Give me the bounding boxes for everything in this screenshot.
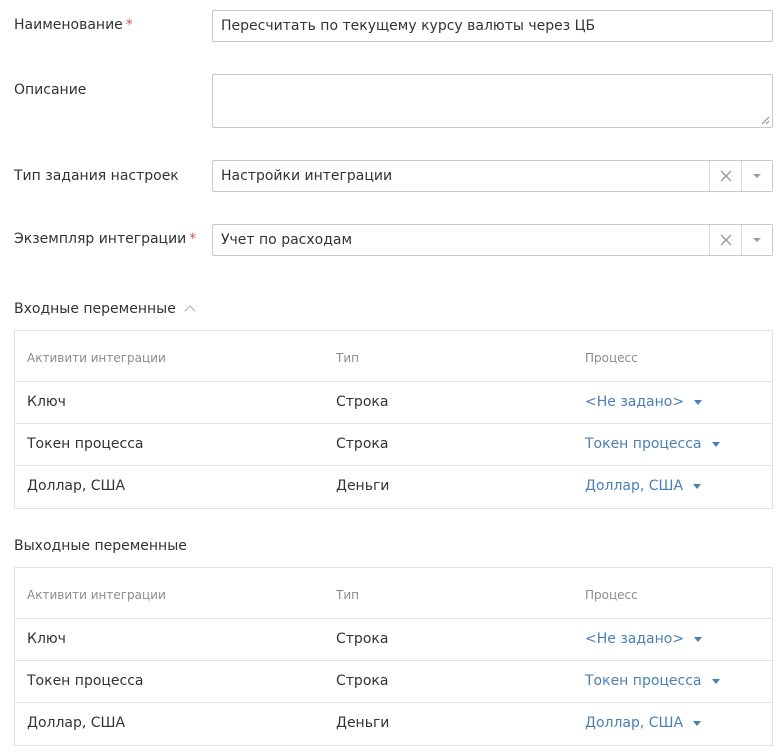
process-dropdown[interactable]: <Не задано> (585, 631, 703, 647)
activity-cell: Доллар, США (27, 715, 126, 731)
caret-down-icon (711, 441, 720, 447)
integration-instance-label: Экземпляр интеграции * (14, 231, 197, 247)
close-icon[interactable] (709, 161, 741, 191)
name-input[interactable]: Пересчитать по текущему курсу валюты чер… (212, 10, 773, 42)
activity-cell: Доллар, США (27, 478, 126, 494)
type-cell: Деньги (336, 478, 390, 494)
activity-cell: Ключ (27, 631, 66, 647)
task-type-value: Настройки интеграции (221, 168, 393, 184)
process-dropdown[interactable]: Токен процесса (585, 673, 720, 689)
process-dropdown[interactable]: Токен процесса (585, 436, 720, 452)
name-label: Наименование * (14, 17, 133, 33)
type-cell: Строка (336, 673, 389, 689)
integration-instance-value: Учет по расходам (221, 232, 353, 248)
process-dropdown[interactable]: <Не задано> (585, 394, 703, 410)
required-marker: * (189, 231, 197, 247)
process-dropdown[interactable]: Доллар, США (585, 715, 702, 731)
description-label: Описание (14, 82, 87, 98)
input-vars-title: Входные переменные (14, 301, 176, 317)
integration-instance-select[interactable]: Учет по расходам (212, 224, 773, 256)
type-cell: Деньги (336, 715, 390, 731)
table-row: Токен процесса Строка Токен процесса (15, 424, 772, 466)
type-cell: Строка (336, 394, 389, 410)
activity-cell: Токен процесса (27, 673, 144, 689)
task-type-select[interactable]: Настройки интеграции (212, 160, 773, 192)
output-vars-table: Активити интеграции Тип Процесс Ключ Стр… (14, 567, 773, 746)
column-header-activity: Активити интеграции (27, 588, 166, 602)
output-vars-title: Выходные переменные (14, 538, 187, 554)
table-row: Ключ Строка <Не задано> (15, 382, 772, 424)
caret-down-icon (693, 483, 702, 489)
activity-cell: Ключ (27, 394, 66, 410)
type-cell: Строка (336, 631, 389, 647)
description-textarea[interactable] (212, 74, 773, 128)
caret-down-icon (694, 399, 703, 405)
caret-down-icon (693, 720, 702, 726)
chevron-down-icon[interactable] (741, 161, 772, 191)
process-dropdown[interactable]: Доллар, США (585, 478, 702, 494)
resize-handle-icon[interactable] (761, 116, 770, 125)
input-vars-table: Активити интеграции Тип Процесс Ключ Стр… (14, 330, 773, 509)
type-cell: Строка (336, 436, 389, 452)
table-row: Токен процесса Строка Токен процесса (15, 661, 772, 703)
chevron-up-icon[interactable] (184, 305, 196, 317)
close-icon[interactable] (709, 225, 741, 255)
column-header-type: Тип (336, 351, 359, 365)
input-vars-section-toggle[interactable]: Входные переменные (14, 301, 196, 317)
column-header-activity: Активити интеграции (27, 351, 166, 365)
column-header-process: Процесс (585, 351, 638, 365)
table-header: Активити интеграции Тип Процесс (15, 568, 772, 619)
required-marker: * (125, 17, 133, 33)
task-type-label: Тип задания настроек (14, 168, 179, 184)
column-header-type: Тип (336, 588, 359, 602)
caret-down-icon (694, 636, 703, 642)
table-row: Доллар, США Деньги Доллар, США (15, 703, 772, 745)
activity-cell: Токен процесса (27, 436, 144, 452)
chevron-down-icon[interactable] (741, 225, 772, 255)
caret-down-icon (711, 678, 720, 684)
column-header-process: Процесс (585, 588, 638, 602)
table-row: Ключ Строка <Не задано> (15, 619, 772, 661)
name-input-value: Пересчитать по текущему курсу валюты чер… (221, 18, 596, 34)
table-header: Активити интеграции Тип Процесс (15, 331, 772, 382)
table-row: Доллар, США Деньги Доллар, США (15, 466, 772, 508)
